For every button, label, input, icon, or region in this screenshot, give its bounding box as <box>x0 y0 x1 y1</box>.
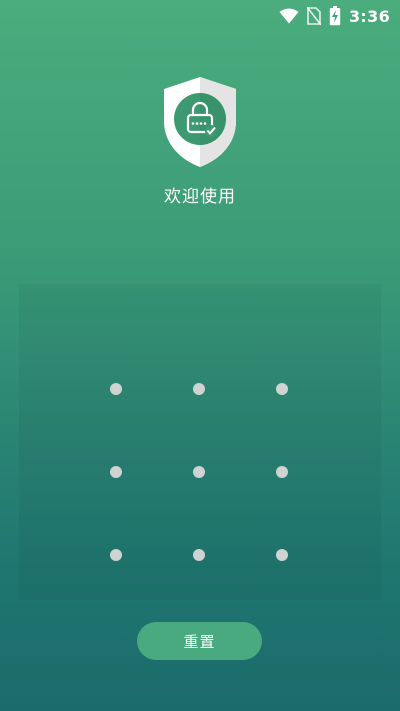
pattern-dot-5[interactable] <box>193 466 205 478</box>
pattern-dot-6[interactable] <box>276 466 288 478</box>
pattern-dot-4[interactable] <box>110 466 122 478</box>
welcome-text: 欢迎使用 <box>164 187 236 207</box>
shield-lock-icon <box>164 77 236 167</box>
pattern-dot-2[interactable] <box>193 383 205 395</box>
pattern-dot-7[interactable] <box>110 549 122 561</box>
no-sim-icon <box>307 7 321 25</box>
reset-button[interactable]: 重置 <box>137 622 262 660</box>
status-time: 3:36 <box>349 6 390 26</box>
pattern-dot-1[interactable] <box>110 383 122 395</box>
pattern-dot-8[interactable] <box>193 549 205 561</box>
pattern-dot-3[interactable] <box>276 383 288 395</box>
wifi-icon <box>279 8 299 24</box>
status-icons: 3:36 <box>279 5 390 27</box>
status-bar: 3:36 <box>0 0 400 32</box>
battery-charging-icon <box>329 6 341 26</box>
pattern-lock-area[interactable] <box>19 284 381 600</box>
pattern-dot-9[interactable] <box>276 549 288 561</box>
